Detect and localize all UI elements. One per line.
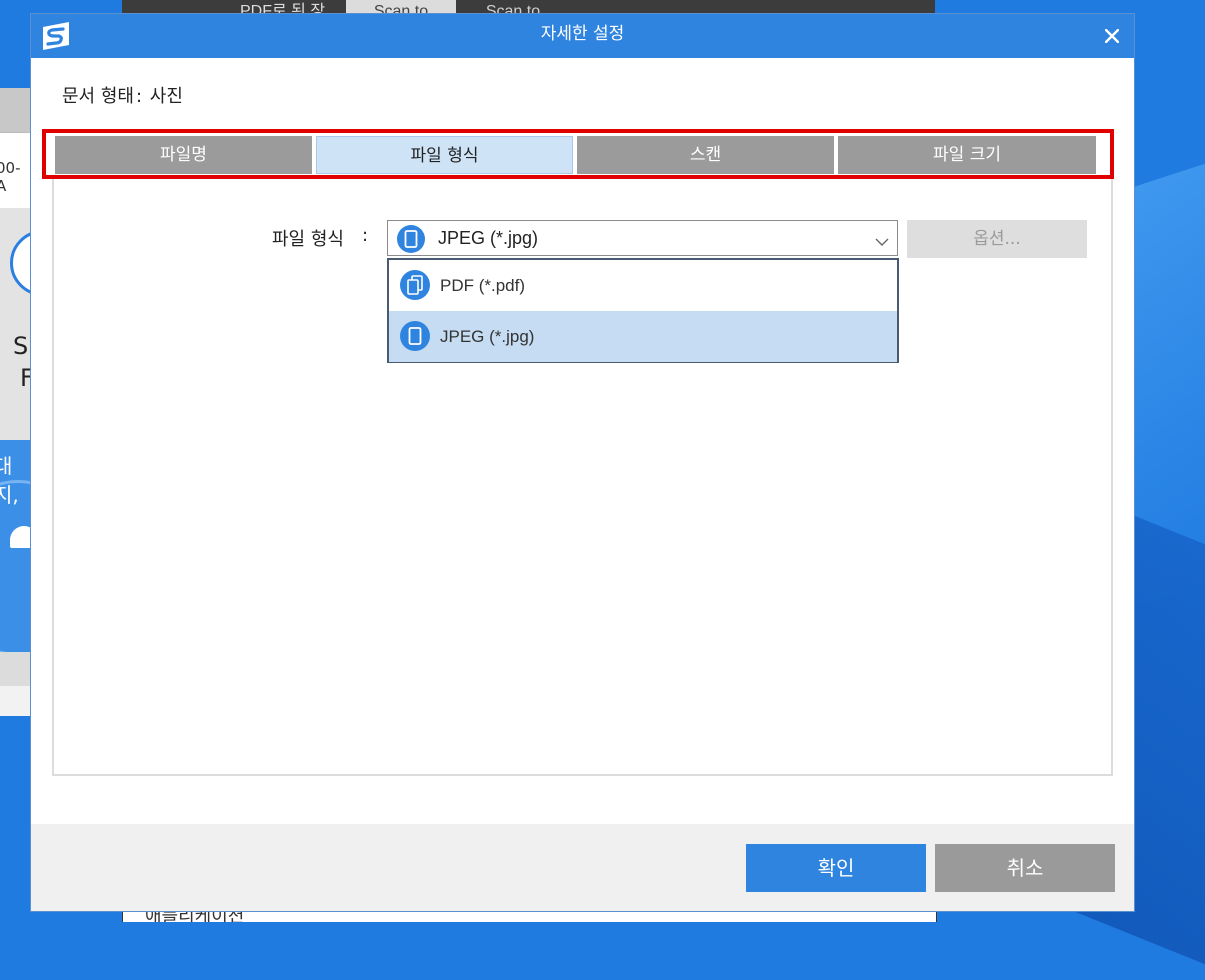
dialog-footer: 확인 취소 [31,824,1134,911]
tab-scan[interactable]: 스캔 [577,136,834,174]
background-strip [0,652,30,686]
file-format-label: 파일 형식 [272,229,344,250]
jpeg-file-icon [400,321,430,355]
advanced-settings-dialog: 자세한 설정 문서 형태: 사진 파일명 파일 형식 스캔 파일 크기 파일 형… [30,13,1135,912]
close-button[interactable] [1096,22,1128,50]
background-field-text: 00-A [0,159,21,195]
background-header [0,88,30,132]
pdf-file-icon [400,270,430,304]
dropdown-option-pdf[interactable]: PDF (*.pdf) [389,260,897,311]
jpeg-file-icon [397,225,425,257]
close-icon [1105,29,1119,43]
background-disc-icon [0,480,30,652]
tab-file-format[interactable]: 파일 형식 [316,136,573,174]
background-text: F [20,364,30,392]
document-type-label: 문서 형태: 사진 [62,86,183,107]
tab-file-name[interactable]: 파일명 [55,136,312,174]
file-format-selected-value: JPEG (*.jpg) [438,228,539,248]
document-type-value: 사진 [149,86,183,107]
background-blue-panel: 대지, [0,440,30,652]
dropdown-option-jpeg[interactable]: JPEG (*.jpg) [389,311,897,362]
settings-tabs: 파일명 파일 형식 스캔 파일 크기 [55,136,1098,174]
tab-file-size[interactable]: 파일 크기 [838,136,1096,174]
options-button[interactable]: 옵션... [907,220,1087,258]
file-format-select[interactable]: JPEG (*.jpg) [387,220,898,256]
background-blob-icon [10,526,30,548]
ok-button[interactable]: 확인 [746,844,926,892]
dropdown-option-label: JPEG (*.jpg) [440,327,535,346]
chevron-down-icon [875,232,889,251]
document-type-caption: 문서 형태 [62,86,134,107]
file-format-colon: : [362,225,369,246]
file-format-dropdown: PDF (*.pdf) JPEG (*.jpg) [387,258,899,363]
background-text: S [13,332,29,360]
dialog-titlebar[interactable]: 자세한 설정 [31,14,1134,58]
dropdown-option-label: PDF (*.pdf) [440,276,526,295]
background-window-left: 00-A S F 대지, [0,88,30,716]
cancel-button[interactable]: 취소 [935,844,1115,892]
dialog-title: 자세한 설정 [540,24,625,44]
